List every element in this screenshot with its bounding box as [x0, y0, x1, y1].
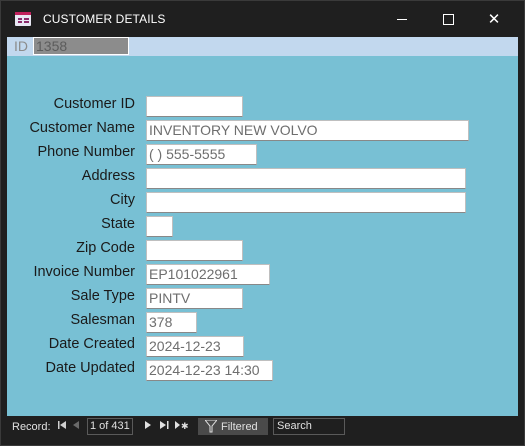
state-field[interactable] [146, 216, 173, 237]
id-label: ID [14, 38, 28, 54]
date-updated-field[interactable]: 2024-12-23 14:30 [146, 360, 273, 381]
form-icon [15, 12, 31, 26]
customer-details-window: CUSTOMER DETAILS ✕ ID 1358 Customer ID C… [0, 0, 525, 446]
customer-id-label: Customer ID [53, 96, 135, 112]
zip-code-field[interactable] [146, 240, 243, 261]
sale-type-label: Sale Type [70, 288, 135, 304]
id-field[interactable]: 1358 [33, 37, 129, 55]
svg-text:✱: ✱ [181, 422, 189, 430]
next-record-icon[interactable] [145, 420, 151, 433]
minimize-button[interactable] [379, 1, 425, 37]
record-navigation-bar: Record: 1 of 431 ✱ Filtered Search [7, 416, 518, 438]
phone-number-field[interactable]: ( ) 555-5555 [146, 144, 257, 165]
filter-label: Filtered [221, 421, 258, 433]
customer-name-field[interactable]: INVENTORY NEW VOLVO [146, 120, 469, 141]
city-label: City [110, 192, 135, 208]
customer-name-label: Customer Name [29, 120, 135, 136]
form-detail-section: Customer ID Customer Name INVENTORY NEW … [7, 56, 518, 416]
sale-type-field[interactable]: PINTV [146, 288, 243, 309]
date-updated-label: Date Updated [45, 360, 135, 376]
record-counter-input[interactable]: 1 of 431 [87, 418, 133, 435]
last-record-icon[interactable] [160, 420, 169, 433]
date-created-field[interactable]: 2024-12-23 [146, 336, 244, 357]
address-label: Address [81, 168, 135, 184]
minimize-icon [397, 18, 407, 20]
filter-toggle-button[interactable]: Filtered [198, 418, 268, 435]
search-input[interactable]: Search [273, 418, 345, 435]
state-label: State [101, 216, 135, 232]
new-record-icon[interactable]: ✱ [175, 420, 189, 433]
date-created-label: Date Created [48, 336, 135, 352]
phone-number-label: Phone Number [37, 144, 135, 160]
salesman-label: Salesman [70, 312, 135, 328]
window-title: CUSTOMER DETAILS [43, 12, 166, 26]
filter-icon [205, 420, 217, 433]
title-bar: CUSTOMER DETAILS ✕ [1, 1, 524, 37]
zip-code-label: Zip Code [76, 240, 135, 256]
city-field[interactable] [146, 192, 466, 213]
salesman-field[interactable]: 378 [146, 312, 197, 333]
close-button[interactable]: ✕ [471, 1, 517, 37]
address-field[interactable] [146, 168, 466, 189]
close-icon: ✕ [487, 11, 501, 28]
previous-record-icon[interactable] [73, 420, 79, 433]
invoice-number-field[interactable]: EP101022961 [146, 264, 270, 285]
invoice-number-label: Invoice Number [33, 264, 135, 280]
record-label: Record: [12, 421, 51, 433]
maximize-icon [442, 13, 454, 25]
maximize-button[interactable] [425, 1, 471, 37]
record-selector-strip[interactable]: ID 1358 [7, 37, 518, 56]
first-record-icon[interactable] [58, 420, 67, 433]
customer-id-field[interactable] [146, 96, 243, 117]
